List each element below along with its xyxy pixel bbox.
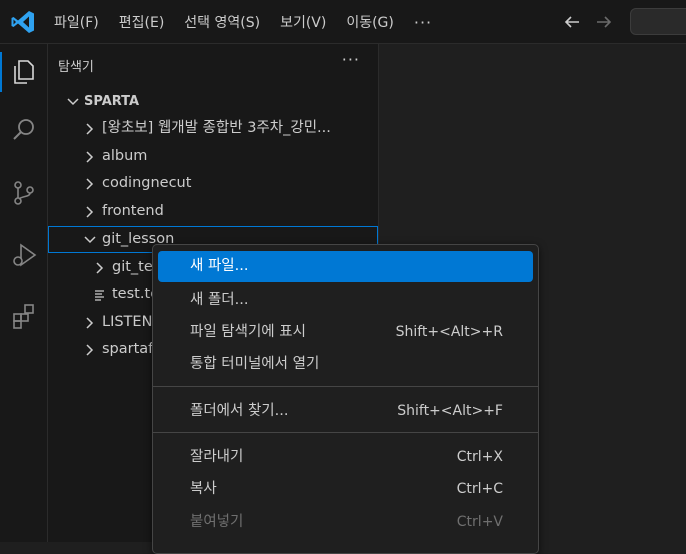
workspace-section-header[interactable]: SPARTA (48, 88, 378, 115)
context-menu-find-in-folder[interactable]: 폴더에서 찾기... Shift+<Alt>+F (158, 396, 533, 427)
tree-item-label: [왕초보] 웹개발 종합반 3주차_강민... (102, 120, 331, 136)
text-file-icon (95, 290, 104, 301)
extensions-icon[interactable] (0, 292, 48, 340)
tree-item-folder[interactable]: codingnecut (48, 170, 378, 197)
menu-item-label: 새 파일... (190, 258, 249, 274)
menu-file[interactable]: 파일(F) (44, 12, 109, 32)
menu-separator (153, 432, 538, 433)
chevron-right-icon (86, 206, 94, 218)
explorer-title: 탐색기 (58, 60, 94, 75)
chevron-right-icon (86, 178, 94, 190)
workspace-name: SPARTA (84, 94, 140, 109)
tree-item-label: codingnecut (102, 175, 192, 191)
menu-item-label: 폴더에서 찾기... (190, 403, 289, 419)
chevron-right-icon (86, 151, 94, 163)
context-menu-cut[interactable]: 잘라내기 Ctrl+X (158, 442, 533, 473)
menu-item-shortcut: Ctrl+X (456, 449, 503, 465)
context-menu-copy[interactable]: 복사 Ctrl+C (158, 474, 533, 505)
chevron-right-icon (86, 344, 94, 356)
context-menu-new-file[interactable]: 새 파일... (158, 251, 533, 282)
vscode-logo-icon[interactable] (10, 9, 36, 35)
context-menu-paste[interactable]: 붙여넣기 Ctrl+V (158, 507, 533, 538)
forward-arrow-icon[interactable] (593, 11, 615, 33)
tree-item-label: LISTEN (102, 314, 153, 330)
chevron-right-icon (86, 123, 94, 135)
explorer-more-actions-icon[interactable]: ··· (342, 50, 360, 69)
menu-item-shortcut: Ctrl+C (456, 481, 503, 497)
context-menu: 새 파일... 새 폴더... 파일 탐색기에 표시 Shift+<Alt>+R… (152, 244, 539, 554)
run-debug-icon[interactable] (0, 231, 48, 279)
context-menu-reveal-in-explorer[interactable]: 파일 탐색기에 표시 Shift+<Alt>+R (158, 317, 533, 348)
activity-bar (0, 44, 48, 542)
explorer-icon[interactable] (0, 48, 48, 96)
source-control-icon[interactable] (0, 169, 48, 217)
chevron-right-icon (96, 262, 104, 274)
chevron-down-icon (84, 236, 96, 244)
tree-item-folder[interactable]: frontend (48, 198, 378, 225)
menu-item-label: 붙여넣기 (190, 514, 244, 530)
search-icon[interactable] (0, 106, 48, 154)
menu-item-label: 새 폴더... (190, 292, 249, 308)
menu-more-icon[interactable]: ··· (404, 13, 442, 32)
menu-item-label: 통합 터미널에서 열기 (190, 356, 320, 372)
chevron-down-icon (67, 98, 79, 106)
tree-item-label: spartaf (102, 341, 154, 357)
tree-item-label: git_te (112, 259, 153, 275)
menu-view[interactable]: 보기(V) (270, 12, 336, 32)
tree-item-label: album (102, 148, 148, 164)
menu-separator (153, 386, 538, 387)
back-arrow-icon[interactable] (561, 11, 583, 33)
menu-go[interactable]: 이동(G) (336, 12, 404, 32)
menu-item-shortcut: Shift+<Alt>+R (395, 324, 503, 340)
tree-item-label: frontend (102, 203, 164, 219)
menu-selection[interactable]: 선택 영역(S) (174, 12, 270, 32)
menu-bar: 파일(F) 편집(E) 선택 영역(S) 보기(V) 이동(G) ··· (44, 0, 442, 44)
menu-item-label: 잘라내기 (190, 449, 244, 465)
menu-edit[interactable]: 편집(E) (109, 12, 175, 32)
menu-item-label: 복사 (190, 481, 217, 497)
context-menu-new-folder[interactable]: 새 폴더... (158, 285, 533, 316)
menu-item-shortcut: Ctrl+V (456, 514, 503, 530)
chevron-right-icon (86, 317, 94, 329)
menu-item-label: 파일 탐색기에 표시 (190, 324, 306, 340)
command-center-search[interactable] (630, 8, 686, 35)
tree-item-folder[interactable]: [왕초보] 웹개발 종합반 3주차_강민... (48, 115, 378, 142)
menu-item-shortcut: Shift+<Alt>+F (397, 403, 503, 419)
tree-item-folder[interactable]: album (48, 143, 378, 170)
title-bar: 파일(F) 편집(E) 선택 영역(S) 보기(V) 이동(G) ··· (0, 0, 686, 44)
context-menu-open-in-terminal[interactable]: 통합 터미널에서 열기 (158, 349, 533, 380)
